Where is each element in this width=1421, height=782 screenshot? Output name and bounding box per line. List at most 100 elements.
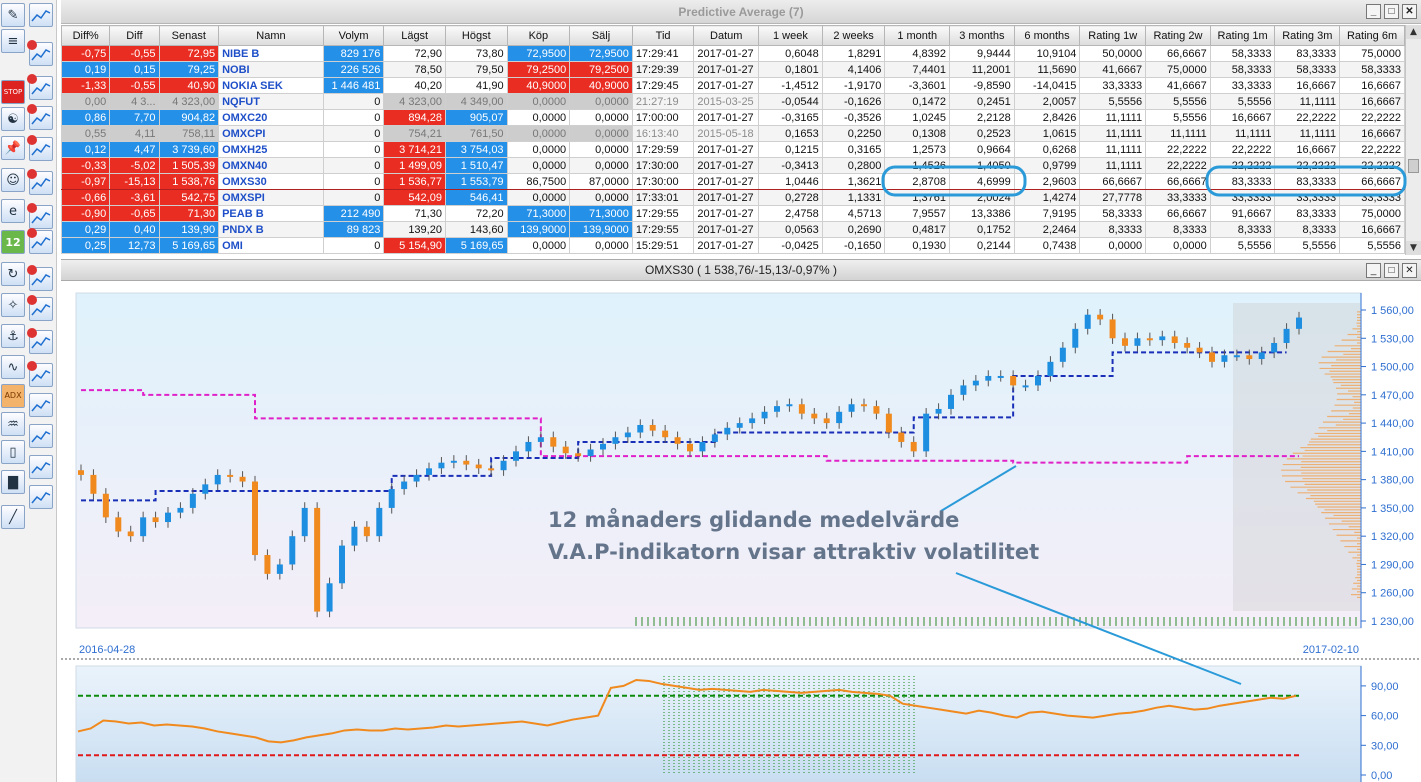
candle-body bbox=[264, 555, 271, 574]
chart-window-icon[interactable] bbox=[29, 455, 53, 479]
chart-window-icon[interactable] bbox=[29, 424, 53, 448]
candle-body bbox=[413, 474, 420, 482]
candle-body bbox=[202, 484, 209, 494]
alert-badge-icon bbox=[27, 361, 37, 371]
adx-icon[interactable]: ADX bbox=[1, 384, 25, 408]
candle-body bbox=[239, 476, 246, 482]
candle-body bbox=[525, 441, 532, 452]
candle-body bbox=[923, 413, 930, 452]
candle-body bbox=[438, 462, 445, 469]
chart-window-icon[interactable] bbox=[27, 361, 53, 387]
chart-title-text: OMXS30 ( 1 538,76/-15,13/-0,97% ) bbox=[644, 263, 838, 277]
candle-body bbox=[935, 408, 942, 414]
candle-body bbox=[1184, 342, 1191, 348]
candle-body bbox=[363, 526, 370, 537]
candle-body bbox=[127, 531, 134, 537]
line-chart-icon[interactable]: ╱ bbox=[1, 505, 25, 529]
bar-chart-icon[interactable]: ▇ bbox=[1, 470, 25, 494]
candle-body bbox=[78, 470, 84, 475]
indicator-axis-label: 30,00 bbox=[1371, 740, 1399, 752]
price-axis-label: 1 320,00 bbox=[1371, 531, 1414, 543]
candle-body bbox=[1146, 338, 1153, 341]
chart-window-icon[interactable] bbox=[29, 393, 53, 417]
candle-body bbox=[624, 432, 631, 438]
candle-body bbox=[152, 517, 159, 523]
candle-body bbox=[314, 507, 321, 612]
candle-body bbox=[600, 443, 606, 450]
highlight-oval-ratings bbox=[1205, 165, 1407, 197]
candle-body bbox=[562, 446, 569, 454]
candle-body bbox=[450, 460, 457, 463]
annotation-vap-indicator: V.A.P-indikatorn visar attraktiv volatil… bbox=[548, 540, 1040, 564]
candle-body bbox=[227, 474, 234, 477]
candle-body bbox=[1010, 375, 1017, 386]
candle-body bbox=[1072, 328, 1079, 348]
candle-body bbox=[500, 460, 507, 471]
price-axis-label: 1 470,00 bbox=[1371, 390, 1414, 402]
candle-body bbox=[376, 507, 383, 537]
candle-body bbox=[388, 489, 395, 508]
candle-body bbox=[612, 437, 619, 444]
candle-body bbox=[848, 404, 855, 412]
candle-body bbox=[662, 430, 669, 438]
candle-body bbox=[1059, 347, 1066, 362]
candle-body bbox=[1047, 361, 1054, 376]
candle-body bbox=[774, 406, 780, 412]
chart-maximize-button[interactable]: □ bbox=[1384, 263, 1399, 278]
candle-body bbox=[1296, 317, 1302, 329]
candle-body bbox=[140, 517, 147, 537]
candle-body bbox=[960, 385, 967, 395]
chart-window-icon[interactable] bbox=[27, 265, 53, 291]
chart-window-icon[interactable] bbox=[27, 328, 53, 354]
chart-window-icon[interactable] bbox=[27, 295, 53, 321]
compass-icon[interactable]: ✧ bbox=[1, 293, 25, 317]
candle-body bbox=[426, 468, 432, 475]
trend-line-icon[interactable]: ∿ bbox=[1, 355, 25, 379]
candle-body bbox=[488, 468, 495, 471]
candle-body bbox=[1171, 336, 1178, 343]
candle-body bbox=[649, 424, 656, 431]
candle-body bbox=[165, 512, 171, 523]
candle-body bbox=[985, 375, 992, 381]
refresh-cycle-icon[interactable]: ↻ bbox=[1, 262, 25, 286]
chart-minimize-button[interactable]: _ bbox=[1366, 263, 1381, 278]
candle-body bbox=[587, 449, 594, 457]
candle-body bbox=[1196, 347, 1203, 353]
candle-body bbox=[276, 564, 283, 574]
annotation-moving-average: 12 månaders glidande medelvärde bbox=[548, 508, 960, 532]
candle-body bbox=[885, 413, 892, 433]
price-axis-label: 1 500,00 bbox=[1371, 362, 1414, 374]
alert-badge-icon bbox=[27, 265, 37, 275]
chart-window-icon[interactable] bbox=[29, 485, 53, 509]
candle-body bbox=[798, 404, 805, 414]
candle-body bbox=[252, 481, 258, 556]
candle-body bbox=[214, 474, 221, 485]
candle-body bbox=[1134, 338, 1141, 346]
candle-body bbox=[189, 493, 196, 508]
candle-body bbox=[1097, 314, 1104, 320]
candle-body bbox=[326, 583, 333, 612]
candle-body bbox=[711, 434, 718, 442]
candle-body bbox=[674, 437, 681, 444]
candle-body bbox=[1109, 319, 1116, 339]
candle-body bbox=[1246, 355, 1253, 360]
waveform-icon[interactable]: ♒ bbox=[1, 412, 25, 436]
price-axis-label: 1 260,00 bbox=[1371, 588, 1414, 600]
chart-window-controls: _ □ ✕ bbox=[1366, 263, 1417, 278]
candle-body bbox=[1035, 375, 1041, 386]
candle-body bbox=[699, 441, 706, 452]
anchor-icon[interactable]: ⚓ bbox=[1, 324, 25, 348]
candle-body bbox=[1209, 352, 1215, 362]
candle-body bbox=[463, 460, 470, 465]
candle-body bbox=[972, 380, 979, 386]
candle-body bbox=[823, 418, 830, 424]
price-axis-label: 1 290,00 bbox=[1371, 559, 1414, 571]
price-axis-label: 1 440,00 bbox=[1371, 418, 1414, 430]
candle-body bbox=[102, 493, 109, 518]
candle-body bbox=[115, 517, 122, 532]
chart-close-button[interactable]: ✕ bbox=[1402, 263, 1417, 278]
blank-page-icon[interactable]: ▯ bbox=[1, 440, 25, 464]
date-end-label: 2017-02-10 bbox=[1303, 644, 1359, 656]
date-start-label: 2016-04-28 bbox=[79, 644, 135, 656]
candle-body bbox=[1221, 355, 1228, 362]
